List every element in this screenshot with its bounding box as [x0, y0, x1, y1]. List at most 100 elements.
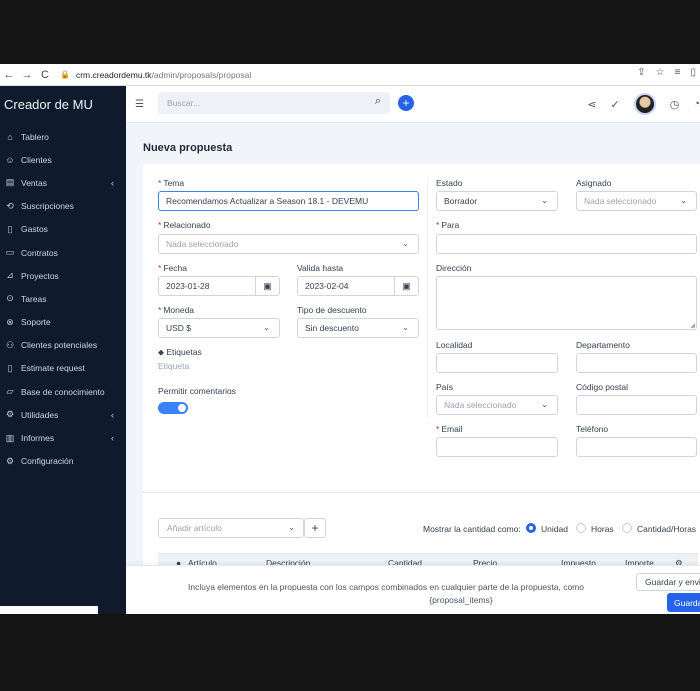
sidebar-item-label: Utilidades — [21, 409, 59, 420]
resize-handle-icon[interactable]: ◢ — [690, 322, 695, 329]
reading-list-icon[interactable]: ≡ — [675, 67, 681, 78]
sidebar-item-label: Gastos — [21, 224, 48, 235]
menu-toggle-icon[interactable]: ☰ — [135, 99, 144, 110]
quantity-display-label: Mostrar la cantidad como: — [423, 524, 521, 534]
sidebar-item-clientes-potenciales[interactable]: ⚇ Clientes potenciales — [0, 334, 126, 357]
contract-icon: ▭ — [5, 247, 15, 258]
back-icon[interactable]: ← — [0, 69, 18, 81]
radio-cantidad-horas[interactable] — [622, 523, 632, 533]
add-item-button[interactable]: + — [304, 518, 326, 538]
direccion-textarea[interactable]: ◢ — [436, 276, 697, 330]
forward-icon[interactable]: → — [18, 69, 36, 81]
chevron-left-icon: ‹ — [111, 177, 114, 188]
calendar-icon[interactable]: ▣ — [255, 277, 279, 295]
refresh-icon: ⟲ — [6, 200, 14, 211]
gears-icon: ⚙ — [5, 409, 15, 420]
users-icon: ⚇ — [5, 339, 15, 350]
radio-horas-label[interactable]: Horas — [591, 524, 614, 534]
add-item-select[interactable]: Añadir artículo ⌄ — [158, 518, 304, 538]
valida-hasta-label: Valida hasta — [297, 263, 344, 273]
relacionado-select[interactable]: Nada seleccionado ⌄ — [158, 234, 419, 254]
sidebar-menu: ⌂ Tablero ☺ Clientes ▤ Ventas ‹ ⟲ Suscripcion… — [0, 125, 126, 473]
sidebar-item-label: Tablero — [21, 131, 49, 142]
asignado-select[interactable]: Nada seleccionado ⌄ — [576, 191, 697, 211]
share-nodes-icon[interactable]: ⋖ — [587, 98, 596, 111]
chart-icon: ⊿ — [6, 270, 14, 281]
chevron-left-icon: ‹ — [111, 433, 114, 444]
sidebar-item-utilidades[interactable]: ⚙ Utilidades ‹ — [0, 403, 126, 426]
sidebar-item-configuracion[interactable]: ⚙ Configuración — [0, 450, 126, 473]
email-field[interactable] — [436, 437, 558, 457]
sidebar-item-label: Estimate request — [21, 363, 85, 374]
fecha-input[interactable]: 2023-01-28 ▣ — [158, 276, 280, 296]
telefono-label: Teléfono — [576, 424, 609, 434]
sidebar-item-label: Contratos — [21, 247, 58, 258]
radio-unidad-label[interactable]: Unidad — [541, 524, 568, 534]
sidebar-item-estimate-request[interactable]: ▯ Estimate request — [0, 357, 126, 380]
gear-icon: ⚙ — [5, 455, 15, 466]
avatar[interactable] — [633, 93, 656, 115]
quick-create-button[interactable]: + — [398, 95, 414, 111]
direccion-label: Dirección — [436, 263, 472, 273]
telefono-input[interactable] — [576, 437, 697, 457]
sidebar-item-informes[interactable]: ▥ Informes ‹ — [0, 426, 126, 449]
search-input[interactable]: Buscar... ⌕ — [158, 92, 390, 114]
email-label: * Email — [436, 424, 463, 434]
estado-select[interactable]: Borrador ⌄ — [436, 191, 558, 211]
permitir-comentarios-toggle[interactable] — [158, 402, 188, 414]
tema-input[interactable]: Recomendamos Actualizar a Season 18.1 - … — [158, 191, 419, 211]
departamento-input[interactable] — [576, 353, 697, 373]
sidebar-item-ventas[interactable]: ▤ Ventas ‹ — [0, 171, 126, 194]
lock-icon: 🔒 — [60, 70, 70, 79]
pais-select[interactable]: Nada seleccionado ⌄ — [436, 395, 558, 415]
codigo-postal-input[interactable] — [576, 395, 697, 415]
search-icon[interactable]: ⌕ — [375, 95, 381, 108]
sidebar-item-base-conocimiento[interactable]: ▱ Base de conocimiento — [0, 380, 126, 403]
panel-icon[interactable]: ▯ — [690, 67, 696, 78]
para-label: * Para — [436, 220, 460, 230]
relacionado-label: * Relacionado — [158, 220, 211, 230]
estado-label: Estado — [436, 178, 463, 188]
lifebuoy-icon: ⊗ — [6, 316, 14, 327]
sidebar-item-tareas[interactable]: ⊙ Tareas — [0, 287, 126, 310]
home-icon: ⌂ — [7, 131, 13, 142]
reload-icon[interactable]: C — [36, 69, 54, 81]
save-and-send-button[interactable]: Guardar y enviar — [636, 573, 700, 591]
sidebar-item-label: Tareas — [21, 293, 47, 304]
radio-horas[interactable] — [576, 523, 586, 533]
check-icon[interactable]: ✓ — [611, 98, 620, 111]
url-host: crm.creadordemu.tk — [75, 69, 152, 80]
share-icon[interactable]: ⇪ — [637, 67, 645, 78]
radio-cantidad-horas-label[interactable]: Cantidad/Horas — [637, 524, 696, 534]
clock-icon[interactable]: ◷ — [670, 98, 680, 111]
star-icon[interactable]: ☆ — [656, 67, 665, 78]
calendar-icon[interactable]: ▣ — [394, 277, 418, 295]
sidebar-footer — [0, 606, 98, 614]
bell-icon[interactable]: ◔ — [693, 98, 700, 110]
moneda-select[interactable]: USD $ ⌄ — [158, 318, 280, 338]
sidebar-item-soporte[interactable]: ⊗ Soporte — [0, 311, 126, 334]
chevron-down-icon: ⌄ — [541, 196, 548, 205]
sidebar-item-label: Clientes potenciales — [21, 340, 98, 351]
browser-bar: ← → C 🔒 crm.creadordemu.tk/admin/proposa… — [0, 64, 700, 86]
chevron-down-icon: ⌄ — [288, 523, 295, 532]
localidad-input[interactable] — [436, 353, 558, 373]
radio-unidad[interactable] — [526, 523, 536, 533]
brand-logo[interactable]: Creador de MU — [0, 86, 126, 123]
asignado-label: Asignado — [576, 178, 612, 188]
sidebar-item-suscripciones[interactable]: ⟲ Suscripciones — [0, 195, 126, 218]
save-button[interactable]: Guardar — [667, 593, 700, 612]
sidebar-item-gastos[interactable]: ▯ Gastos — [0, 218, 126, 241]
etiquetas-input[interactable]: Etiqueta — [158, 361, 238, 371]
sidebar-item-tablero[interactable]: ⌂ Tablero — [0, 125, 126, 148]
sidebar-item-clientes[interactable]: ☺ Clientes — [0, 148, 126, 171]
sidebar-item-contratos[interactable]: ▭ Contratos — [0, 241, 126, 264]
codigo-postal-label: Código postal — [576, 382, 628, 392]
tema-label: * Tema — [158, 178, 185, 188]
para-input[interactable] — [436, 234, 697, 254]
tipo-descuento-select[interactable]: Sin descuento ⌄ — [297, 318, 419, 338]
address-bar[interactable]: 🔒 crm.creadordemu.tk/admin/proposals/pro… — [60, 67, 251, 83]
sidebar-item-proyectos[interactable]: ⊿ Proyectos — [0, 264, 126, 287]
sidebar-item-label: Configuración — [21, 456, 74, 467]
valida-hasta-input[interactable]: 2023-02-04 ▣ — [297, 276, 419, 296]
